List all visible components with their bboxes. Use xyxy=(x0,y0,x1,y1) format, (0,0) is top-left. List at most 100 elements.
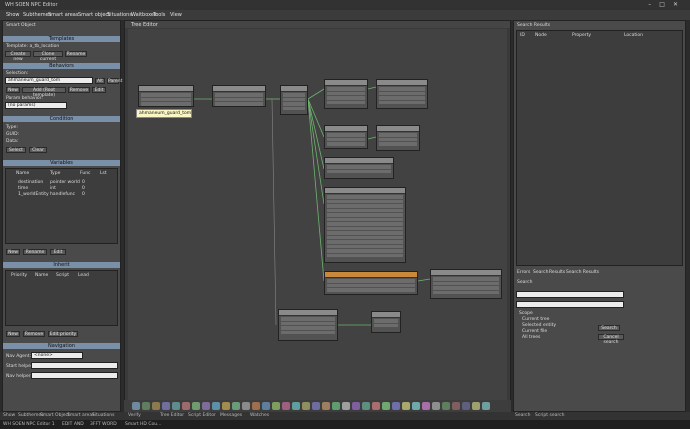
nav-helper-field[interactable] xyxy=(31,372,118,379)
clone-current-button[interactable]: Clone current xyxy=(33,51,63,62)
behavior-edit-button[interactable]: Edit xyxy=(92,87,106,93)
behavior-remove-button[interactable]: Remove xyxy=(68,87,90,93)
scope-current-file[interactable]: Current file xyxy=(522,329,547,334)
root-node[interactable] xyxy=(138,85,194,107)
wait-node[interactable] xyxy=(324,157,394,179)
tool-icon[interactable] xyxy=(132,402,140,410)
tool-icon[interactable] xyxy=(392,402,400,410)
scope-all-trees[interactable]: All trees xyxy=(522,335,540,340)
tool-icon[interactable] xyxy=(282,402,290,410)
script-node[interactable] xyxy=(324,271,418,295)
tool-icon[interactable] xyxy=(242,402,250,410)
tool-icon[interactable] xyxy=(262,402,270,410)
parameter-node[interactable] xyxy=(324,187,406,263)
status-tab[interactable]: Situations xyxy=(92,413,114,418)
tool-icon[interactable] xyxy=(292,402,300,410)
status-tab[interactable]: Smart areas xyxy=(67,413,94,418)
tool-icon[interactable] xyxy=(182,402,190,410)
menu-smart-object[interactable]: Smart object xyxy=(78,12,110,18)
tool-icon[interactable] xyxy=(202,402,210,410)
tool-icon[interactable] xyxy=(342,402,350,410)
menu-tools[interactable]: Tools xyxy=(153,12,165,18)
taskbar-item[interactable]: WH SOEN NPC Editor 1 xyxy=(3,422,55,427)
tool-icon[interactable] xyxy=(192,402,200,410)
add-root-template-button[interactable]: Add (Root template) xyxy=(22,87,66,98)
end-node[interactable] xyxy=(371,311,401,333)
tool-icon[interactable] xyxy=(302,402,310,410)
selector-node[interactable] xyxy=(280,85,308,115)
behavior-new-button[interactable]: New xyxy=(6,87,20,93)
results-table[interactable]: ID Node Property Location xyxy=(516,30,683,266)
tool-icon[interactable] xyxy=(432,402,440,410)
taskbar-item[interactable]: Smart HD Cou... xyxy=(125,422,161,427)
action-node-1[interactable] xyxy=(324,79,368,109)
status-tab[interactable]: Watches xyxy=(250,413,269,418)
condition-node-2[interactable] xyxy=(376,125,420,151)
menu-view[interactable]: View xyxy=(170,12,182,18)
status-tab[interactable]: Show xyxy=(3,413,15,418)
sequence-node[interactable] xyxy=(212,85,266,107)
tab-errors[interactable]: Errors xyxy=(517,270,530,275)
status-tab[interactable]: Verify xyxy=(128,413,141,418)
status-tab[interactable]: Script Editor xyxy=(188,413,216,418)
variable-new-button[interactable]: New xyxy=(6,249,20,255)
tab-results[interactable]: Results xyxy=(549,270,565,275)
scope-current-tree[interactable]: Current tree xyxy=(522,317,549,322)
status-tab[interactable]: Messages xyxy=(220,413,242,418)
window-controls[interactable]: –□✕ xyxy=(648,1,686,8)
action-node-2[interactable] xyxy=(376,79,428,109)
rename-button[interactable]: Rename xyxy=(65,51,87,57)
tool-icon[interactable] xyxy=(412,402,420,410)
menu-situations[interactable]: Situations xyxy=(107,12,132,18)
tool-icon[interactable] xyxy=(402,402,410,410)
search-button[interactable]: Search xyxy=(598,325,620,331)
tool-icon[interactable] xyxy=(272,402,280,410)
tab-search-results[interactable]: Search Results xyxy=(566,270,599,275)
tool-icon[interactable] xyxy=(352,402,360,410)
tool-icon[interactable] xyxy=(332,402,340,410)
search-input-2[interactable] xyxy=(516,301,624,308)
tool-icon[interactable] xyxy=(322,402,330,410)
tool-icon[interactable] xyxy=(222,402,230,410)
tool-icon[interactable] xyxy=(442,402,450,410)
tool-icon[interactable] xyxy=(422,402,430,410)
tool-icon[interactable] xyxy=(382,402,390,410)
status-tab[interactable]: Search xyxy=(515,413,530,418)
menu-smart-areas[interactable]: Smart areas xyxy=(48,12,78,18)
inherit-table[interactable]: Priority Name Script Lead xyxy=(5,270,118,326)
search-input[interactable] xyxy=(516,291,624,298)
status-tab[interactable]: Tree Editor xyxy=(160,413,184,418)
condition-node-1[interactable] xyxy=(324,125,368,149)
condition-clear-button[interactable]: Clear xyxy=(29,147,47,153)
inherit-new-button[interactable]: New xyxy=(6,331,20,337)
tool-icon[interactable] xyxy=(212,402,220,410)
tool-icon[interactable] xyxy=(452,402,460,410)
tool-icon[interactable] xyxy=(482,402,490,410)
menu-show[interactable]: Show xyxy=(6,12,20,18)
taskbar-item[interactable]: 3FFT WORD xyxy=(90,422,117,427)
tool-icon[interactable] xyxy=(232,402,240,410)
selection-field[interactable]: ahmaneum_guard_tom xyxy=(5,77,93,84)
scope-selected-entity[interactable]: Selected entity xyxy=(522,323,556,328)
inherit-remove-button[interactable]: Remove xyxy=(23,331,45,337)
variable-edit-button[interactable]: Edit xyxy=(50,249,66,255)
tool-icon[interactable] xyxy=(252,402,260,410)
taskbar-item[interactable]: EDIT AND xyxy=(62,422,84,427)
tool-icon[interactable] xyxy=(162,402,170,410)
tool-icon[interactable] xyxy=(172,402,180,410)
variable-rename-button[interactable]: Rename xyxy=(23,249,47,255)
tool-icon[interactable] xyxy=(462,402,470,410)
variables-table[interactable]: Name Type Func Lst destination pointer w… xyxy=(5,168,118,244)
node-canvas[interactable]: ahmaneum_guard_tom xyxy=(128,29,507,400)
tool-icon[interactable] xyxy=(142,402,150,410)
status-tab[interactable]: Smart Object xyxy=(40,413,70,418)
start-helper-field[interactable] xyxy=(31,362,118,369)
tab-search[interactable]: Search xyxy=(533,270,548,275)
alt-button[interactable]: Alt xyxy=(95,78,105,84)
cancel-search-button[interactable]: Cancel search xyxy=(598,334,624,345)
tool-icon[interactable] xyxy=(472,402,480,410)
nav-agent-select[interactable]: <none> xyxy=(31,352,83,359)
status-tab[interactable]: Script search xyxy=(535,413,564,418)
tree-editor-tab[interactable]: Tree Editor xyxy=(125,21,510,28)
condition-select-button[interactable]: Select xyxy=(6,147,26,153)
